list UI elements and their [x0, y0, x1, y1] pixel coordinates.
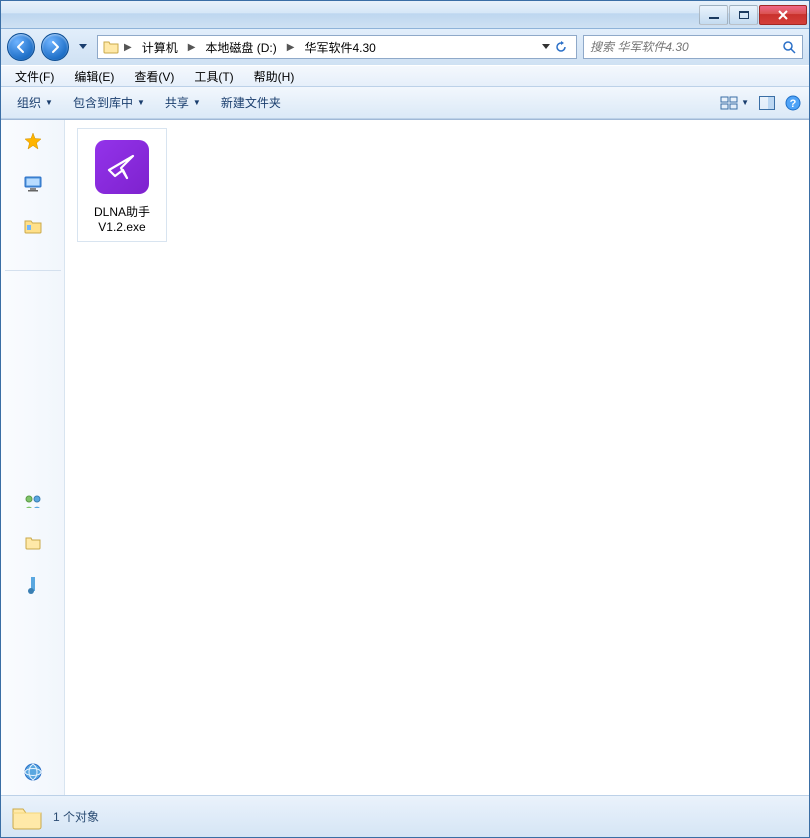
menu-view[interactable]: 查看(V) — [124, 66, 184, 87]
file-name-label: DLNA助手 V1.2.exe — [94, 205, 150, 235]
chevron-right-icon[interactable]: ▶ — [285, 42, 297, 53]
chevron-right-icon[interactable]: ▶ — [122, 42, 134, 53]
crumb-folder[interactable]: 华军软件4.30 — [298, 36, 381, 58]
organize-label: 组织 — [17, 94, 41, 111]
share-label: 共享 — [165, 94, 189, 111]
menu-edit[interactable]: 编辑(E) — [64, 66, 124, 87]
music-icon[interactable] — [27, 577, 39, 595]
forward-button[interactable] — [41, 33, 69, 61]
favorites-icon[interactable] — [24, 132, 42, 150]
file-thumbnail — [90, 135, 154, 199]
crumb-computer[interactable]: 计算机 — [136, 36, 184, 58]
new-folder-label: 新建文件夹 — [221, 94, 281, 111]
pictures-icon[interactable] — [25, 535, 41, 551]
divider — [5, 270, 61, 271]
file-item[interactable]: DLNA助手 V1.2.exe — [77, 128, 167, 242]
folder-icon — [102, 38, 120, 56]
menu-bar: 文件(F) 编辑(E) 查看(V) 工具(T) 帮助(H) — [1, 65, 809, 87]
include-in-library-button[interactable]: 包含到库中 ▼ — [65, 91, 153, 114]
file-list-area[interactable]: DLNA助手 V1.2.exe — [65, 120, 809, 795]
view-mode-button[interactable]: ▼ — [720, 96, 749, 110]
search-icon[interactable] — [782, 40, 796, 54]
chevron-down-icon: ▼ — [45, 98, 53, 107]
command-bar: 组织 ▼ 包含到库中 ▼ 共享 ▼ 新建文件夹 ▼ ? — [1, 87, 809, 119]
maximize-button[interactable] — [729, 5, 758, 25]
status-text: 1 个对象 — [53, 808, 99, 825]
navigation-pane — [1, 120, 65, 795]
crumb-drive[interactable]: 本地磁盘 (D:) — [199, 36, 282, 58]
network-icon[interactable] — [24, 763, 42, 781]
file-name-line1: DLNA助手 — [94, 205, 150, 219]
search-box[interactable] — [583, 35, 803, 59]
recent-history-dropdown[interactable] — [75, 33, 91, 61]
chevron-down-icon: ▼ — [741, 98, 749, 107]
search-input[interactable] — [590, 40, 776, 54]
folder-icon — [11, 803, 43, 831]
share-button[interactable]: 共享 ▼ — [157, 91, 209, 114]
chevron-down-icon[interactable] — [542, 44, 550, 50]
menu-help[interactable]: 帮助(H) — [244, 66, 305, 87]
help-button[interactable]: ? — [785, 95, 801, 111]
svg-text:?: ? — [790, 98, 797, 110]
menu-file[interactable]: 文件(F) — [5, 66, 64, 87]
chevron-down-icon: ▼ — [193, 98, 201, 107]
chevron-down-icon: ▼ — [137, 98, 145, 107]
titlebar — [1, 1, 809, 29]
menu-tools[interactable]: 工具(T) — [184, 66, 243, 87]
app-icon — [95, 140, 149, 194]
new-folder-button[interactable]: 新建文件夹 — [213, 91, 289, 114]
refresh-icon[interactable] — [554, 40, 568, 54]
computer-icon[interactable] — [24, 176, 42, 192]
address-bar-row: ▶ 计算机 ▶ 本地磁盘 (D:) ▶ 华军软件4.30 — [1, 29, 809, 65]
homegroup-icon[interactable] — [24, 493, 42, 509]
status-bar: 1 个对象 — [1, 795, 809, 837]
file-name-line2: V1.2.exe — [98, 220, 145, 234]
chevron-right-icon[interactable]: ▶ — [186, 42, 198, 53]
organize-button[interactable]: 组织 ▼ — [9, 91, 61, 114]
libraries-icon[interactable] — [24, 218, 42, 234]
preview-pane-button[interactable] — [759, 96, 775, 110]
back-button[interactable] — [7, 33, 35, 61]
include-label: 包含到库中 — [73, 94, 133, 111]
body-panel: DLNA助手 V1.2.exe — [1, 119, 809, 795]
explorer-window: ▶ 计算机 ▶ 本地磁盘 (D:) ▶ 华军软件4.30 文件(F) 编辑(E)… — [0, 0, 810, 838]
close-button[interactable] — [759, 5, 807, 25]
minimize-button[interactable] — [699, 5, 728, 25]
breadcrumb-bar[interactable]: ▶ 计算机 ▶ 本地磁盘 (D:) ▶ 华军软件4.30 — [97, 35, 577, 59]
